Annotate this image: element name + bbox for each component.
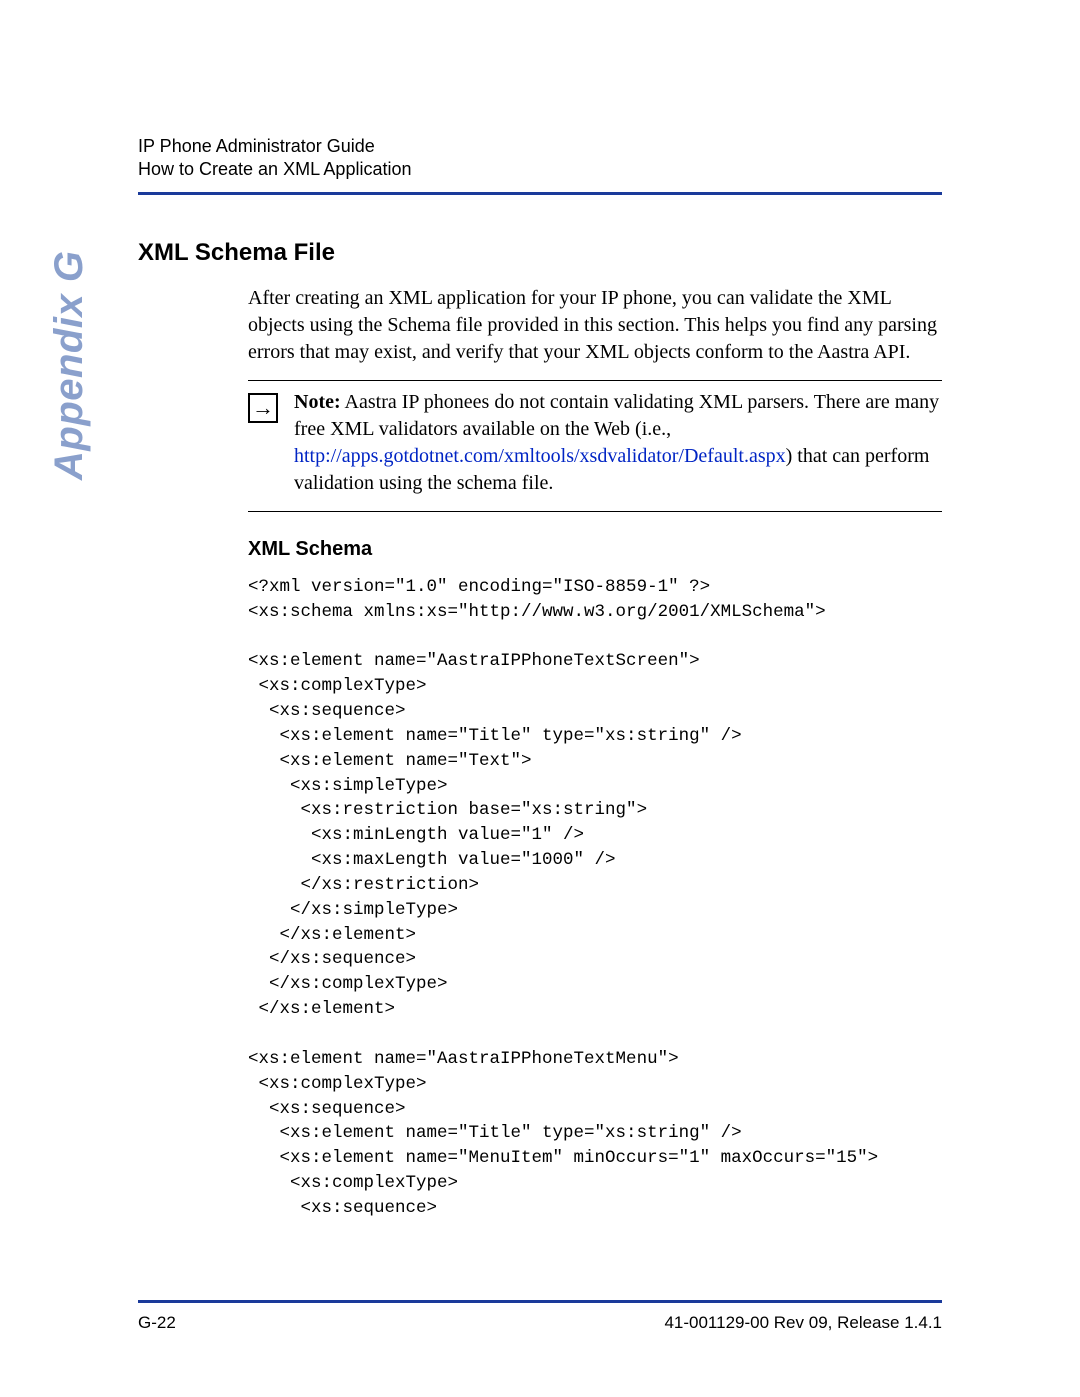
body-block: After creating an XML application for yo… [248,285,942,1221]
header-rule [138,192,942,195]
subheading: XML Schema [248,538,942,561]
note-text: Note: Aastra IP phonees do not contain v… [294,389,942,497]
note-block: → Note: Aastra IP phonees do not contain… [248,387,942,497]
note-rule-top [248,380,942,381]
section-title: XML Schema File [138,239,942,267]
intro-paragraph: After creating an XML application for yo… [248,285,942,366]
code-block: <?xml version="1.0" encoding="ISO-8859-1… [248,575,942,1221]
arrow-icon: → [248,393,278,423]
footer: G-22 41-001129-00 Rev 09, Release 1.4.1 [138,1313,942,1333]
side-tab-label: Appendix G [47,251,92,480]
header-line-2: How to Create an XML Application [138,158,942,181]
document-page: IP Phone Administrator Guide How to Crea… [0,0,1080,1397]
side-tab: Appendix G [92,250,132,480]
footer-rule [138,1300,942,1303]
footer-page-number: G-22 [138,1313,176,1333]
footer-doc-id: 41-001129-00 Rev 09, Release 1.4.1 [664,1313,942,1333]
note-text-before-link: Aastra IP phonees do not contain validat… [294,391,939,440]
note-label: Note: [294,391,341,413]
header-line-1: IP Phone Administrator Guide [138,135,942,158]
note-rule-bottom [248,511,942,512]
note-icon-cell: → [248,389,278,423]
note-link[interactable]: http://apps.gotdotnet.com/xmltools/xsdva… [294,445,786,467]
